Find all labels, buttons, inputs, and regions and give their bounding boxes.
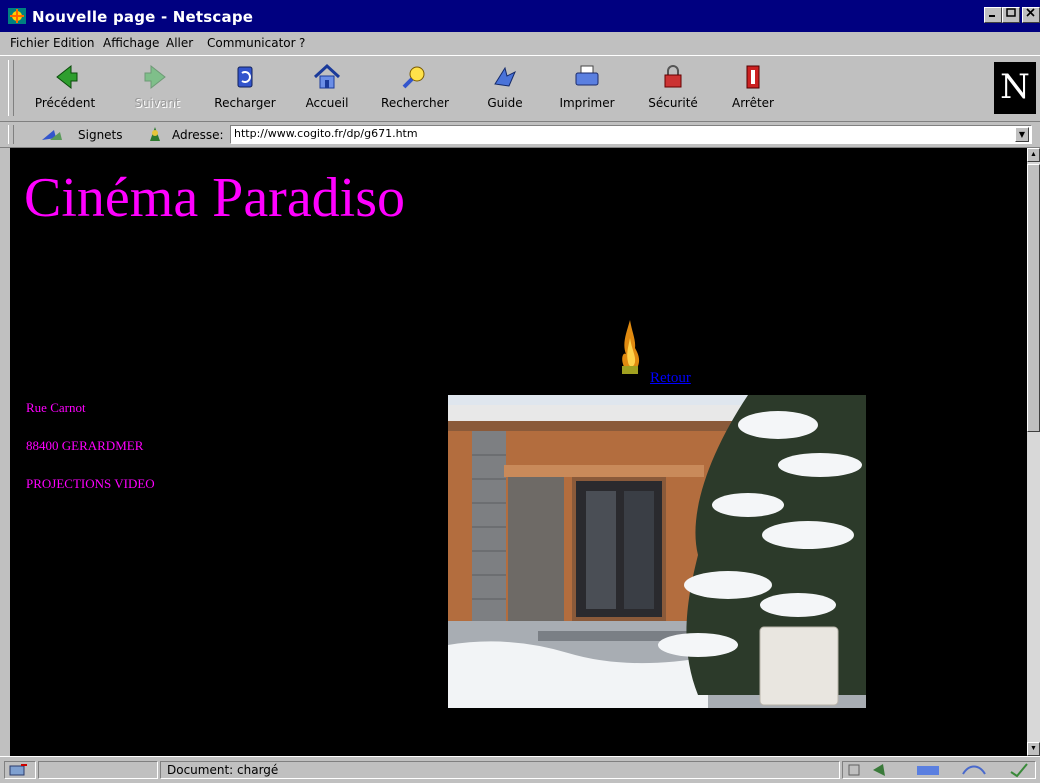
home-label: Accueil xyxy=(305,96,349,110)
page-proxy-icon[interactable] xyxy=(146,125,164,143)
print-button[interactable]: Imprimer xyxy=(550,62,624,118)
stop-button[interactable]: Arrêter xyxy=(716,62,790,118)
minimize-icon xyxy=(989,15,995,17)
back-button[interactable]: Précédent xyxy=(28,62,102,118)
address-line-street: Rue Carnot xyxy=(26,400,86,415)
search-label: Rechercher xyxy=(381,96,449,110)
reload-icon xyxy=(237,66,253,88)
location-bar: Signets Adresse: http://www.cogito.fr/dp… xyxy=(0,122,1040,148)
forward-label: Suivant xyxy=(134,96,180,110)
navigation-toolbar: Précédent Suivant Recharger Accueil Rech… xyxy=(0,55,1040,122)
scroll-thumb[interactable] xyxy=(1027,164,1040,432)
security-lock-icon xyxy=(664,65,682,88)
guide-label: Guide xyxy=(487,96,523,110)
menu-aller[interactable]: Aller xyxy=(166,36,193,50)
reload-label: Recharger xyxy=(214,96,276,110)
forward-button[interactable]: Suivant xyxy=(120,62,194,118)
back-label: Précédent xyxy=(34,96,96,110)
home-icon xyxy=(313,63,341,89)
status-bar: Document: chargé xyxy=(0,756,1040,782)
guide-button[interactable]: Guide xyxy=(468,62,542,118)
menu-edition[interactable]: Edition xyxy=(53,36,95,50)
address-line-projections: PROJECTIONS VIDEO xyxy=(26,476,155,491)
chevron-down-icon: ▼ xyxy=(1030,745,1037,752)
close-button[interactable] xyxy=(1022,7,1040,23)
connection-icon xyxy=(9,764,27,776)
page-title: Cinéma Paradiso xyxy=(24,167,406,229)
menu-communicator[interactable]: Communicator xyxy=(207,36,296,50)
retour-link[interactable]: Retour xyxy=(650,370,691,387)
chevron-down-icon: ▼ xyxy=(1018,130,1026,139)
menu-fichier[interactable]: Fichier xyxy=(10,36,49,50)
component-bar xyxy=(842,761,1036,779)
page-content: Cinéma Paradiso Retour Rue Carnot 88400 … xyxy=(10,148,1027,756)
minimize-button[interactable] xyxy=(984,7,1002,23)
menu-help[interactable]: ? xyxy=(299,36,305,50)
progress-cell xyxy=(38,761,158,779)
status-message: Document: chargé xyxy=(160,761,840,779)
menu-bar: Fichier Edition Affichage Aller Communic… xyxy=(0,32,1040,54)
security-button[interactable]: Sécurité xyxy=(636,62,710,118)
guide-icon xyxy=(494,66,516,87)
netscape-logo[interactable]: N xyxy=(994,62,1036,114)
maximize-icon xyxy=(1006,8,1016,17)
reload-button[interactable]: Recharger xyxy=(208,62,282,118)
menu-affichage[interactable]: Affichage xyxy=(103,36,159,50)
window-title: Nouvelle page - Netscape xyxy=(32,8,254,26)
print-icon xyxy=(575,65,599,86)
bookmarks-icon xyxy=(42,130,62,140)
flame-icon xyxy=(622,320,640,374)
connection-status-cell xyxy=(4,761,36,779)
toolbar-grip[interactable] xyxy=(8,60,14,116)
cinema-entrance-photo xyxy=(448,395,866,708)
address-line-city: 88400 GERARDMER xyxy=(26,438,144,453)
vertical-scrollbar[interactable]: ▲ ▼ xyxy=(1027,148,1040,756)
address-url: http://www.cogito.fr/dp/g671.htm xyxy=(234,127,418,140)
chevron-up-icon: ▲ xyxy=(1030,151,1037,158)
address-input[interactable]: http://www.cogito.fr/dp/g671.htm ▼ xyxy=(230,125,1032,144)
component-bar-icons xyxy=(848,763,1028,778)
title-bar: Nouvelle page - Netscape xyxy=(0,0,1040,32)
scroll-down-button[interactable]: ▼ xyxy=(1027,742,1040,756)
security-label: Sécurité xyxy=(648,96,698,110)
search-icon xyxy=(402,66,425,89)
location-grip[interactable] xyxy=(8,125,14,144)
close-icon xyxy=(1026,8,1035,17)
back-arrow-icon xyxy=(56,64,78,90)
address-dropdown-button[interactable]: ▼ xyxy=(1015,127,1029,142)
print-label: Imprimer xyxy=(559,96,615,110)
bookmarks-button[interactable]: Signets xyxy=(78,128,123,142)
address-label: Adresse: xyxy=(172,128,224,142)
search-button[interactable]: Rechercher xyxy=(378,62,452,118)
forward-arrow-icon xyxy=(144,64,166,90)
netscape-app-icon xyxy=(8,8,26,24)
maximize-button[interactable] xyxy=(1002,7,1020,23)
stop-label: Arrêter xyxy=(731,96,774,110)
scroll-up-button[interactable]: ▲ xyxy=(1027,148,1040,162)
stop-icon xyxy=(746,65,760,89)
home-button[interactable]: Accueil xyxy=(290,62,364,118)
